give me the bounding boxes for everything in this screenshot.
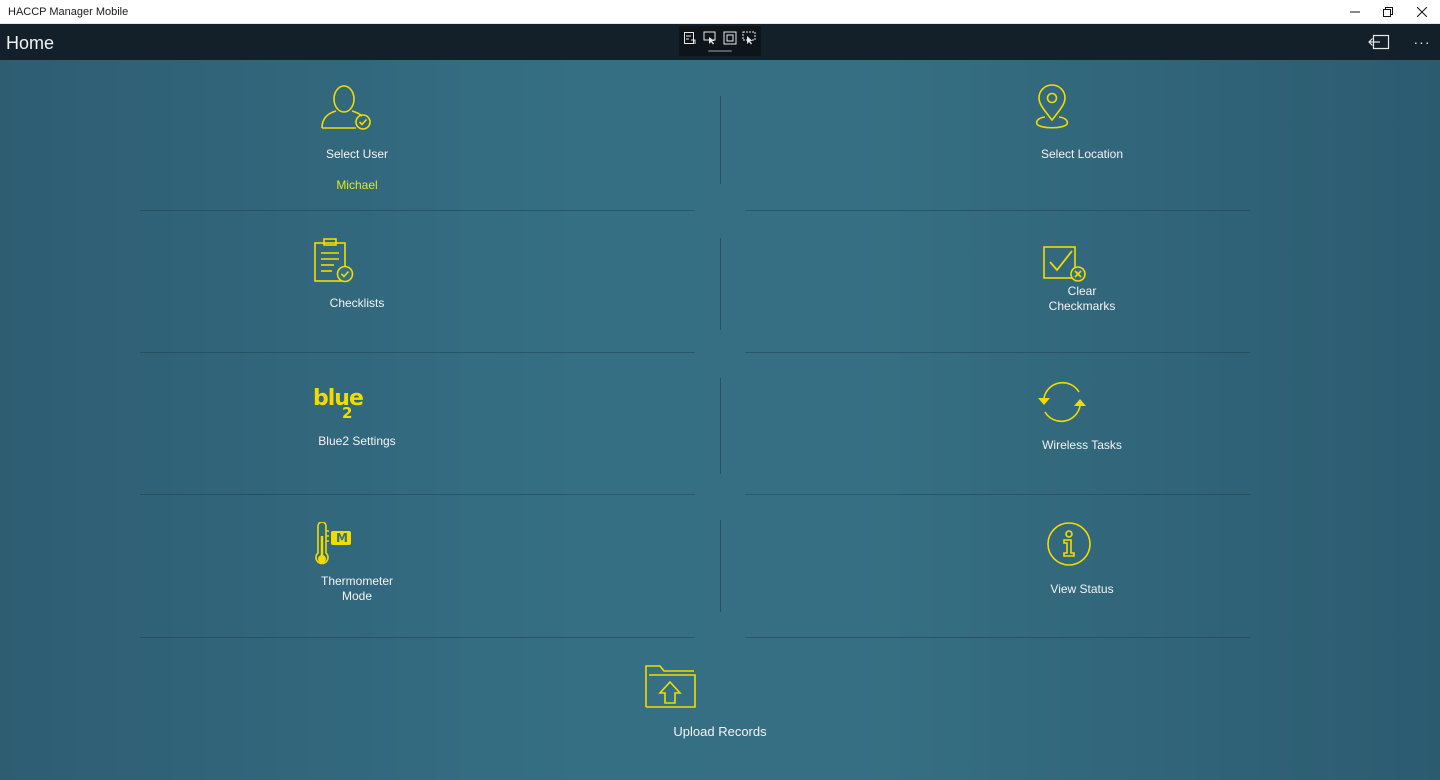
- thermometer-mode-badge: M: [336, 531, 348, 545]
- divider: [720, 378, 721, 474]
- clear-checkmarks-label: Clear: [1067, 284, 1097, 298]
- select-user-label: Select User: [325, 147, 389, 161]
- divider: [720, 520, 721, 612]
- window-title: HACCP Manager Mobile: [8, 6, 129, 18]
- divider: [140, 352, 695, 353]
- select-location-tile[interactable]: Select Location: [982, 75, 1182, 200]
- restore-button[interactable]: [1371, 0, 1405, 24]
- location-pin-icon: [1035, 84, 1069, 129]
- blue2-logo: blue 2: [313, 386, 373, 426]
- close-icon: [1417, 7, 1427, 17]
- upload-records-tile[interactable]: Upload Records: [620, 658, 820, 748]
- sync-icon: [1038, 381, 1086, 423]
- minimize-icon: [1350, 11, 1360, 13]
- page-title: Home: [6, 33, 55, 53]
- divider: [745, 210, 1250, 211]
- divider: [720, 238, 721, 330]
- close-button[interactable]: [1405, 0, 1439, 24]
- thermometer-mode-label-line2: Mode: [341, 589, 373, 603]
- debug-toolbar: [679, 26, 761, 56]
- divider: [745, 352, 1250, 353]
- toolbar-grip[interactable]: [708, 50, 732, 52]
- more-options-button[interactable]: ···: [1410, 30, 1434, 54]
- layout-adorner-icon[interactable]: [722, 30, 738, 46]
- folder-upload-icon: [645, 665, 696, 708]
- blue2-logo-text: blue: [313, 386, 364, 411]
- divider: [745, 494, 1250, 495]
- restore-icon: [1383, 7, 1393, 17]
- divider: [745, 637, 1250, 638]
- divider: [140, 637, 695, 638]
- select-element-icon[interactable]: [702, 30, 718, 46]
- select-user-tile[interactable]: Select User Michael: [257, 75, 457, 200]
- app-header: Home ···: [0, 24, 1440, 60]
- home-tile-grid: Select User Michael Select Location Chec…: [0, 60, 1440, 780]
- upload-records-label: Upload Records: [673, 724, 767, 739]
- clipboard-check-icon: [314, 238, 354, 283]
- clear-checkmarks-tile[interactable]: Clear Checkmarks: [982, 230, 1182, 342]
- blue2-logo-sub: 2: [342, 404, 353, 422]
- user-check-icon: [321, 85, 371, 130]
- sign-out-icon: [1368, 34, 1390, 50]
- checkbox-clear-icon: [1043, 246, 1086, 282]
- view-status-tile[interactable]: View Status: [982, 520, 1182, 620]
- wireless-tasks-tile[interactable]: Wireless Tasks: [982, 378, 1182, 478]
- blue2-settings-label: Blue2 Settings: [318, 434, 396, 448]
- thermometer-icon: [315, 522, 351, 565]
- sign-out-button[interactable]: [1366, 30, 1392, 54]
- checklists-label: Checklists: [329, 296, 385, 310]
- live-tree-icon[interactable]: [682, 30, 698, 46]
- info-icon: [1047, 522, 1091, 566]
- divider: [720, 96, 721, 184]
- select-location-label: Select Location: [1040, 147, 1124, 161]
- track-focus-icon[interactable]: [741, 30, 757, 46]
- clear-checkmarks-label-line2: Checkmarks: [1048, 299, 1116, 313]
- selected-user-name: Michael: [336, 178, 378, 192]
- minimize-button[interactable]: [1338, 0, 1372, 24]
- window-title-bar: HACCP Manager Mobile: [0, 0, 1440, 24]
- divider: [140, 494, 695, 495]
- thermometer-mode-tile[interactable]: M Thermometer Mode: [257, 520, 457, 620]
- divider: [140, 210, 695, 211]
- blue2-settings-tile[interactable]: blue 2 Blue2 Settings: [257, 378, 457, 478]
- wireless-tasks-label: Wireless Tasks: [1042, 438, 1122, 452]
- view-status-label: View Status: [1050, 582, 1114, 596]
- checklists-tile[interactable]: Checklists: [257, 230, 457, 342]
- thermometer-mode-label: Thermometer: [320, 574, 394, 588]
